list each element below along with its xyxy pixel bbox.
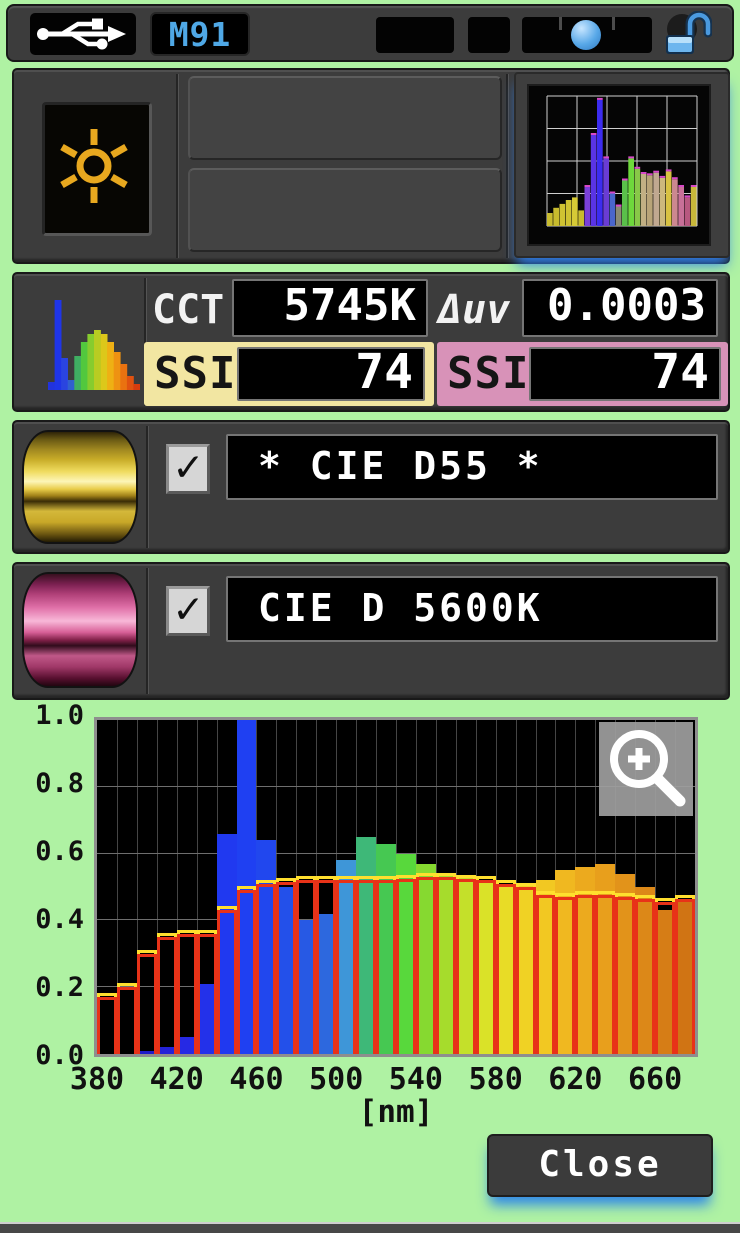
gel-roll-gold-icon — [22, 430, 138, 544]
close-button[interactable]: Close — [487, 1134, 713, 1197]
ssi-d5600-box: SSI 74 — [437, 342, 728, 406]
readings-panel: CCT 5745K Δuv 0.0003 SSI 74 SSI 74 — [12, 272, 730, 412]
x-tick-label: 620 — [548, 1062, 603, 1097]
y-tick-label: 0.2 — [35, 972, 84, 1003]
ref-d5600-bar — [216, 910, 237, 1054]
ref-d5600-bar — [336, 880, 357, 1054]
ref-d5600-bar — [276, 882, 297, 1054]
ref-d5600-bar — [356, 880, 377, 1054]
x-tick-label: 380 — [69, 1062, 125, 1097]
ref-d5600-bar — [316, 880, 337, 1054]
ref-d5600-bar — [595, 895, 616, 1054]
ref-d5600-bar — [116, 987, 137, 1054]
reference-d55-checkbox[interactable]: ✓ — [166, 444, 210, 494]
sun-icon — [60, 129, 128, 203]
x-tick-label: 420 — [149, 1062, 204, 1097]
y-tick-label: 0.4 — [35, 904, 84, 935]
duv-value-field: 0.0003 — [522, 279, 718, 337]
device-screen: M91 CCT 5745K Δuv 0.0003 SSI 74 SSI 74 ✓… — [0, 0, 740, 1233]
unlock-icon — [660, 10, 713, 59]
light-source-mode-button[interactable] — [42, 102, 152, 236]
magnifier-plus-icon — [610, 730, 686, 807]
ssi-d5600-value-field: 74 — [529, 347, 721, 401]
ref-d5600-bar — [535, 895, 556, 1054]
spectrum-icon — [48, 282, 141, 400]
ref-d5600-bar — [435, 877, 456, 1054]
bottom-edge-strip — [0, 1222, 740, 1233]
cct-label: CCT — [152, 287, 225, 333]
ring-notch-left — [559, 17, 562, 30]
status-indicator-blank-2 — [468, 17, 510, 53]
ssi-d55-value-field: 74 — [237, 347, 425, 401]
x-tick-label: 540 — [388, 1062, 443, 1097]
y-tick-label: 0.8 — [35, 768, 84, 799]
divider — [146, 568, 148, 694]
light-selection-ring-indicator[interactable] — [522, 17, 652, 53]
ref-d5600-bar — [515, 887, 536, 1054]
spectrum-preview-button[interactable] — [514, 72, 730, 258]
x-tick-label: 500 — [309, 1062, 364, 1097]
spectrum-thumbnail — [527, 84, 711, 246]
ref-d5600-bar — [655, 902, 676, 1054]
ref-d5600-bar — [376, 880, 396, 1054]
ref-d5600-bar — [296, 880, 317, 1054]
status-indicator-blank-1 — [376, 17, 454, 53]
x-tick-label: 580 — [468, 1062, 523, 1097]
ref-d5600-bar — [176, 933, 197, 1054]
memory-slot-badge: M91 — [150, 12, 250, 56]
ref-d5600-bar — [156, 937, 177, 1054]
ref-d5600-bar — [475, 880, 496, 1054]
title-plate-bottom — [188, 168, 502, 252]
ref-d5600-bar — [236, 890, 257, 1054]
gel-roll-pink-icon — [22, 572, 138, 688]
divider — [506, 74, 508, 258]
duv-label: Δuv — [438, 287, 511, 333]
ref-d5600-bar — [635, 898, 656, 1054]
ring-ball-indicator — [571, 20, 601, 50]
reference-row-d55: ✓ * CIE D55 * — [12, 420, 730, 554]
reference-d55-name-field[interactable]: * CIE D55 * — [226, 434, 718, 500]
ssi-d55-label: SSI — [154, 348, 237, 399]
source-panel — [12, 68, 730, 264]
spd-chart — [94, 717, 698, 1057]
ref-d5600-bar — [396, 878, 416, 1054]
cct-value-field: 5745K — [232, 279, 428, 337]
usb-icon — [30, 13, 136, 55]
check-icon: ✓ — [174, 583, 202, 634]
ref-d5600-bar — [575, 895, 596, 1054]
divider — [146, 426, 148, 548]
ref-d5600-bar — [495, 883, 516, 1054]
ref-d5600-bar — [97, 997, 117, 1054]
ref-d5600-bar — [415, 877, 436, 1054]
check-icon: ✓ — [174, 441, 202, 492]
ssi-d5600-label: SSI — [447, 348, 530, 399]
chart-x-axis-unit: [nm] — [358, 1094, 434, 1130]
ref-d5600-bar — [196, 933, 217, 1054]
ref-d5600-bar — [455, 878, 476, 1054]
y-tick-label: 1.0 — [35, 700, 84, 731]
zoom-chart-button[interactable] — [599, 722, 693, 816]
ref-d5600-bar — [615, 897, 636, 1054]
ref-d5600-bar — [555, 897, 576, 1054]
reference-row-d5600: ✓ CIE D 5600K — [12, 562, 730, 700]
x-tick-label: 660 — [628, 1062, 683, 1097]
divider — [176, 74, 178, 258]
ring-notch-right — [612, 17, 615, 30]
y-tick-label: 0.6 — [35, 836, 84, 867]
ref-d5600-bar — [256, 883, 277, 1054]
reference-d5600-name-field[interactable]: CIE D 5600K — [226, 576, 718, 642]
x-tick-label: 460 — [229, 1062, 284, 1097]
reference-d5600-checkbox[interactable]: ✓ — [166, 586, 210, 636]
ssi-d55-box: SSI 74 — [144, 342, 434, 406]
title-plate-top — [188, 76, 502, 160]
status-bar: M91 — [6, 4, 734, 62]
ref-d5600-bar — [675, 898, 695, 1054]
ref-d5600-bar — [136, 953, 157, 1054]
